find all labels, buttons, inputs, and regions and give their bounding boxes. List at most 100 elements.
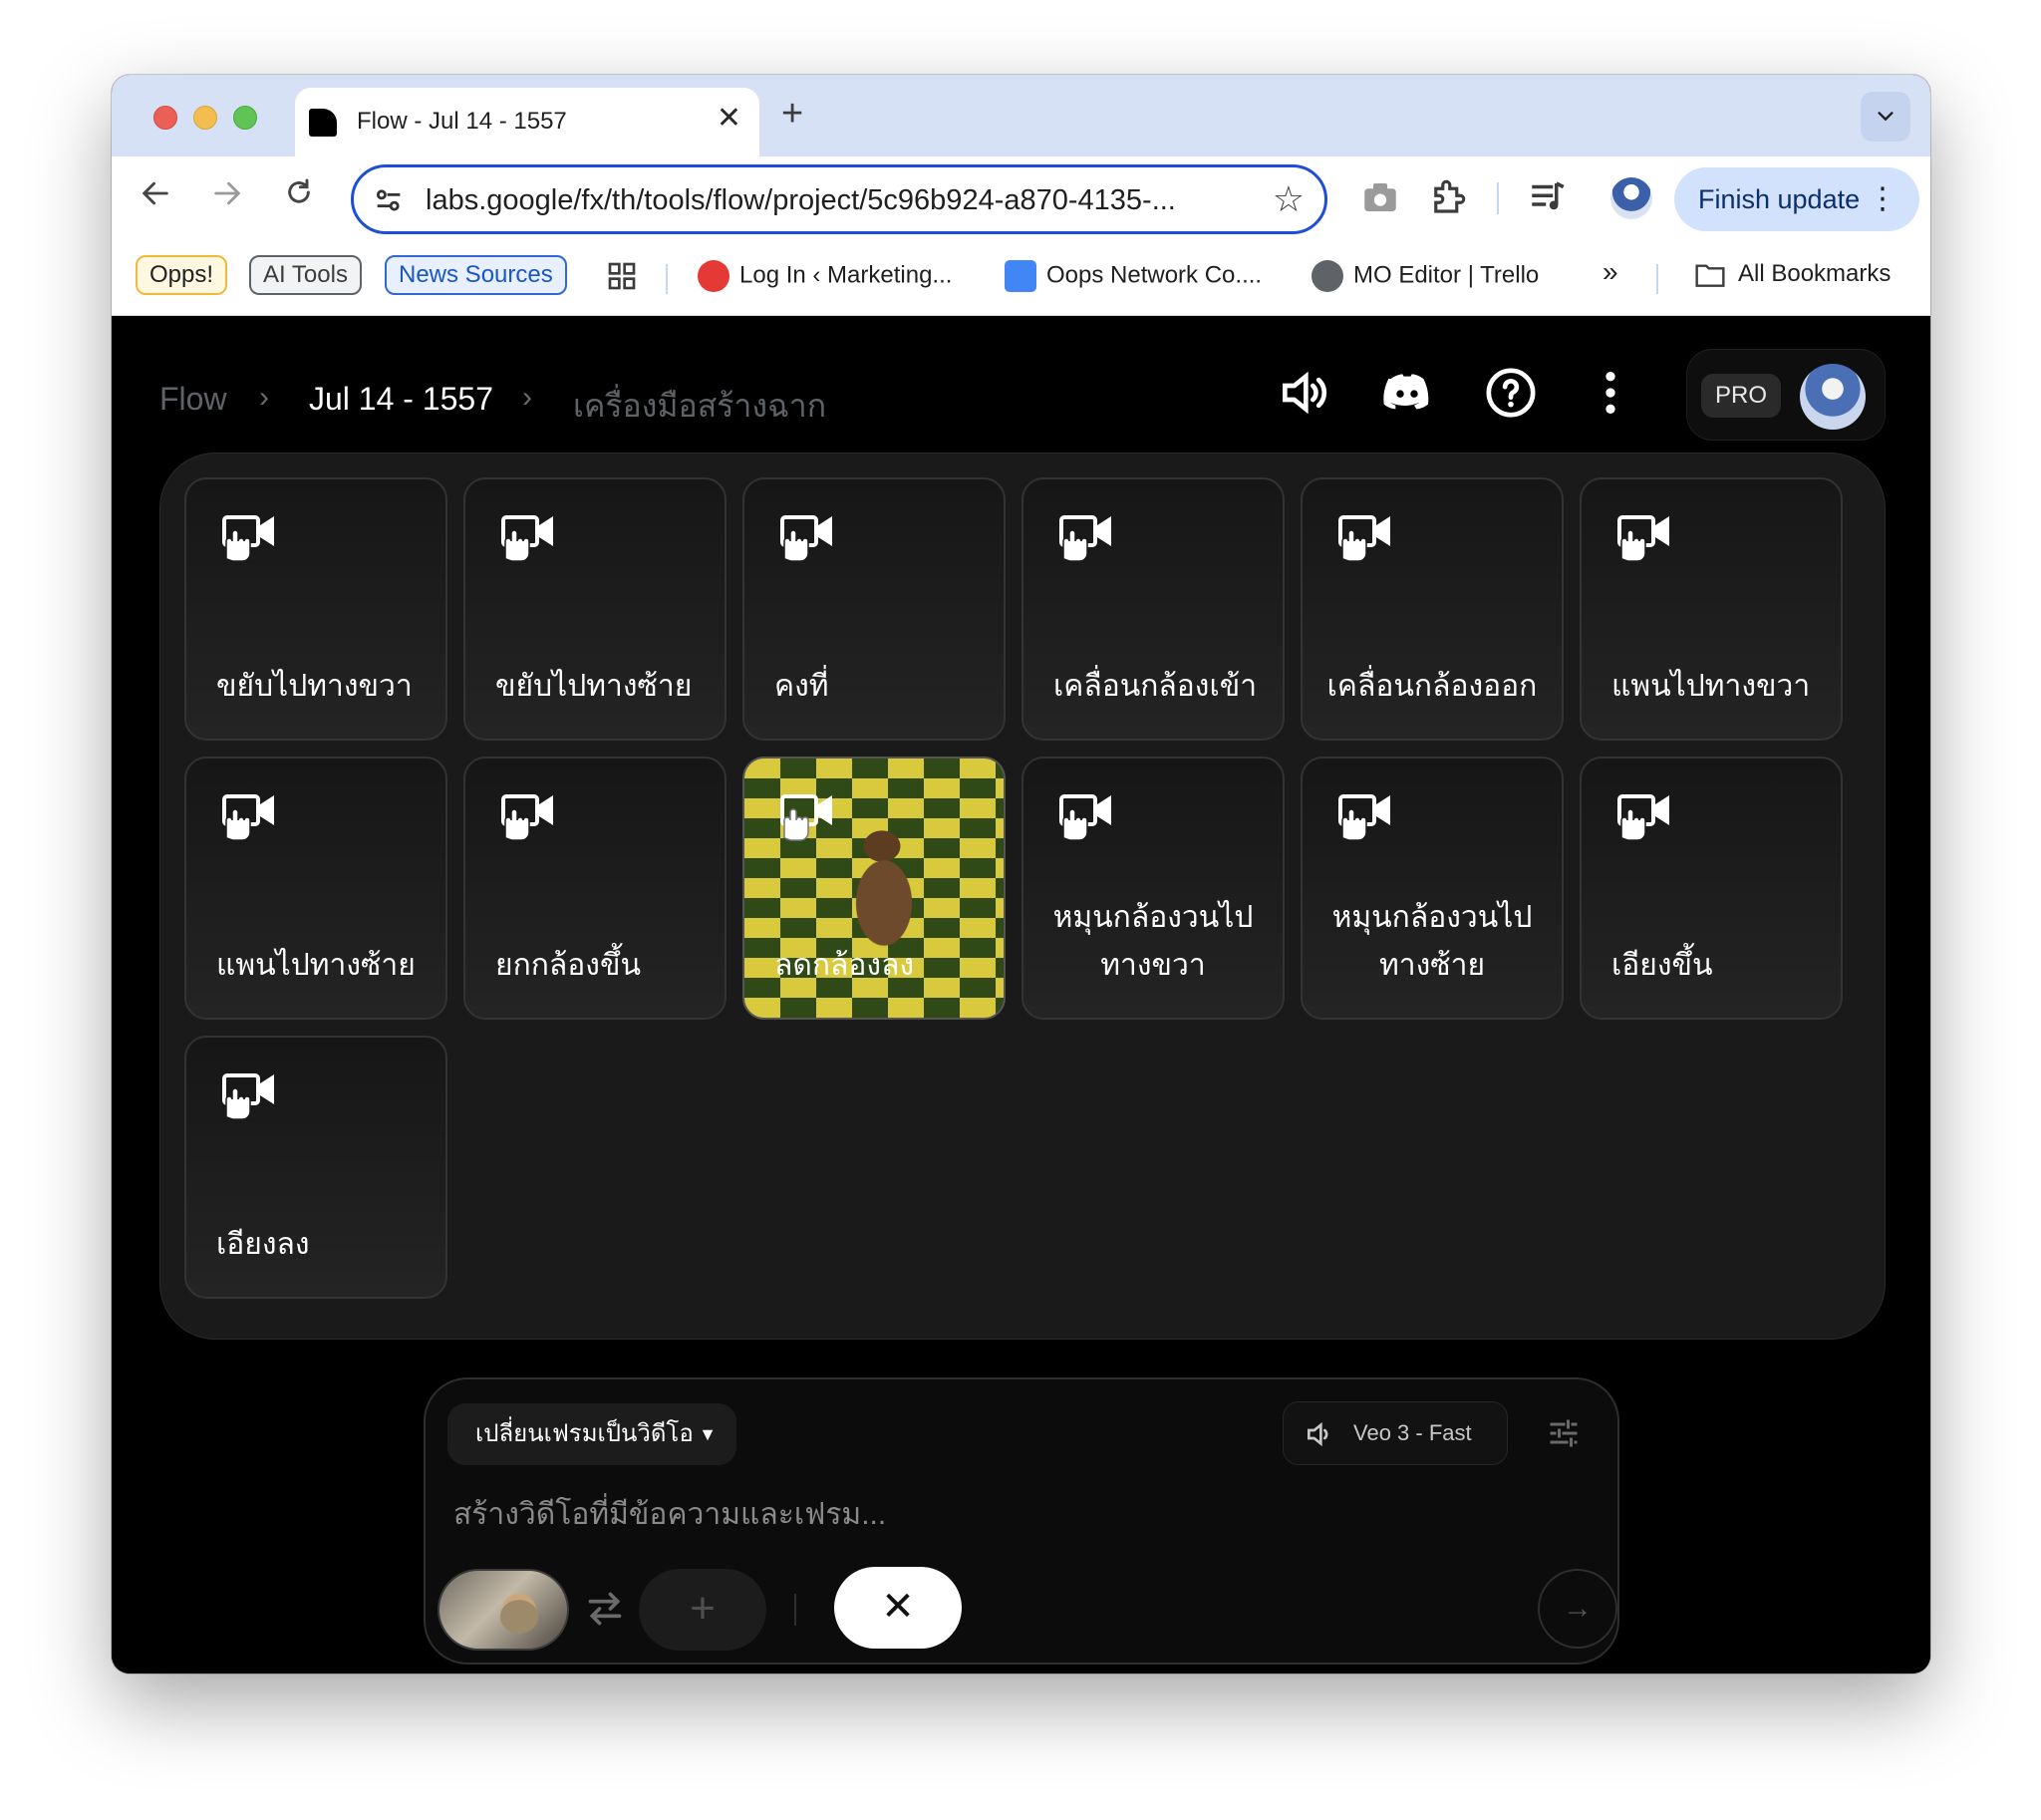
camera-control-icon bbox=[1338, 794, 1390, 841]
marketing-logo-icon bbox=[698, 260, 729, 292]
chevron-down-icon bbox=[1878, 112, 1894, 122]
camera-motion-card[interactable]: ขยับไปทางขวา bbox=[184, 477, 447, 741]
all-bookmarks-label: All Bookmarks bbox=[1738, 260, 1892, 287]
model-select[interactable]: Veo 3 - Fast bbox=[1283, 1401, 1508, 1465]
tab-flow[interactable]: Flow - Jul 14 - 1557 ✕ bbox=[295, 88, 759, 156]
breadcrumb-project[interactable]: Jul 14 - 1557 bbox=[309, 381, 493, 418]
camera-motion-label: ขยับไปทางซ้าย bbox=[495, 670, 693, 703]
camera-icon[interactable] bbox=[1359, 176, 1401, 218]
camera-motion-card[interactable]: แพนไปทางขวา bbox=[1580, 477, 1843, 741]
more-vert-icon[interactable]: ⋮ bbox=[1868, 167, 1897, 231]
bookmark-chip-news-sources[interactable]: News Sources bbox=[385, 255, 567, 295]
apps-grid-icon[interactable] bbox=[606, 260, 638, 292]
breadcrumb-chevron-icon: › bbox=[522, 381, 532, 414]
camera-motion-card[interactable]: ยกกล้องขึ้น bbox=[463, 757, 727, 1020]
bookmark-label: Oops Network Co.... bbox=[1046, 261, 1263, 289]
camera-motion-card-preview[interactable]: ลดกล้องลง bbox=[742, 757, 1006, 1020]
media-controls-icon[interactable] bbox=[1527, 176, 1569, 218]
camera-motion-label: เคลื่อนกล้องเข้า bbox=[1053, 670, 1258, 703]
camera-control-icon bbox=[1059, 515, 1111, 562]
tab-search-button[interactable] bbox=[1861, 92, 1910, 142]
generation-mode-select[interactable]: เปลี่ยนเฟรมเป็นวิดีโอ ▼ bbox=[447, 1403, 736, 1465]
bookmark-chip-ai-tools[interactable]: AI Tools bbox=[249, 255, 362, 295]
camera-motion-panel: ขยับไปทางขวา ขยับไปทางซ้าย คงที่ เคลื่อน… bbox=[159, 453, 1886, 1340]
address-url[interactable]: labs.google/fx/th/tools/flow/project/5c9… bbox=[426, 184, 1176, 217]
forward-button[interactable] bbox=[207, 176, 247, 216]
camera-motion-label: เอียงลง bbox=[216, 1228, 310, 1261]
bookmark-oops-network[interactable]: Oops Network Co.... bbox=[1005, 260, 1262, 292]
close-window-button[interactable] bbox=[153, 106, 177, 130]
minimize-window-button[interactable] bbox=[193, 106, 217, 130]
camera-motion-card[interactable]: เคลื่อนกล้องออก bbox=[1301, 477, 1564, 741]
browser-window: Flow - Jul 14 - 1557 ✕ + labs.google/fx/… bbox=[112, 75, 1930, 1673]
camera-motion-card[interactable]: หมุนกล้องวนไปทางซ้าย bbox=[1301, 757, 1564, 1020]
maximize-window-button[interactable] bbox=[233, 106, 257, 130]
more-vert-icon[interactable] bbox=[1583, 365, 1638, 421]
camera-motion-card[interactable]: เอียงขึ้น bbox=[1580, 757, 1843, 1020]
finish-update-label: Finish update bbox=[1698, 184, 1861, 214]
back-button[interactable] bbox=[136, 176, 175, 216]
volume-icon[interactable] bbox=[1276, 365, 1331, 421]
discord-icon[interactable] bbox=[1379, 365, 1435, 421]
caret-down-icon: ▼ bbox=[699, 1424, 717, 1444]
composer-divider bbox=[794, 1594, 796, 1626]
camera-control-icon bbox=[501, 794, 553, 841]
finish-update-button[interactable]: Finish update ⋮ bbox=[1674, 167, 1919, 231]
bookmark-mo-editor[interactable]: MO Editor | Trello bbox=[1312, 260, 1539, 292]
add-end-frame-button[interactable]: + bbox=[639, 1569, 766, 1651]
camera-motion-card[interactable]: ขยับไปทางซ้าย bbox=[463, 477, 727, 741]
flow-favicon-icon bbox=[309, 109, 337, 137]
bookmark-star-icon[interactable]: ☆ bbox=[1273, 177, 1305, 221]
help-icon[interactable] bbox=[1483, 365, 1539, 421]
bookmark-divider bbox=[666, 264, 668, 294]
bookmark-chip-opps[interactable]: Opps! bbox=[136, 255, 228, 295]
site-settings-icon[interactable] bbox=[372, 183, 406, 217]
address-bar[interactable]: labs.google/fx/th/tools/flow/project/5c9… bbox=[351, 164, 1327, 234]
account-pill[interactable]: PRO bbox=[1686, 349, 1886, 441]
camera-control-icon bbox=[780, 794, 832, 841]
new-tab-button[interactable]: + bbox=[781, 95, 803, 133]
camera-motion-card[interactable]: หมุนกล้องวนไปทางขวา bbox=[1021, 757, 1285, 1020]
camera-motion-label: หมุนกล้องวนไปทางซ้าย bbox=[1331, 901, 1533, 982]
all-bookmarks-button[interactable]: All Bookmarks bbox=[1694, 260, 1891, 289]
camera-control-icon bbox=[780, 515, 832, 562]
forward-arrow-icon bbox=[214, 181, 241, 205]
prompt-composer: เปลี่ยนเฟรมเป็นวิดีโอ ▼ Veo 3 - Fast + ✕… bbox=[424, 1377, 1619, 1665]
camera-control-icon bbox=[1617, 794, 1669, 841]
profile-avatar[interactable] bbox=[1610, 177, 1652, 219]
prompt-input[interactable] bbox=[453, 1489, 1550, 1541]
back-arrow-icon bbox=[142, 181, 168, 205]
camera-motion-card[interactable]: แพนไปทางซ้าย bbox=[184, 757, 447, 1020]
calendar-icon bbox=[1005, 260, 1036, 292]
tune-settings-icon[interactable] bbox=[1546, 1415, 1582, 1451]
camera-control-icon bbox=[1617, 515, 1669, 562]
breadcrumb-scene-builder: เครื่องมือสร้างฉาก bbox=[573, 388, 827, 424]
camera-motion-label: เคลื่อนกล้องออก bbox=[1326, 670, 1538, 703]
camera-motion-card[interactable]: คงที่ bbox=[742, 477, 1006, 741]
camera-motion-card[interactable]: เอียงลง bbox=[184, 1036, 447, 1299]
pro-badge: PRO bbox=[1701, 374, 1781, 418]
bookmark-label: Log In ‹ Marketing... bbox=[739, 261, 953, 289]
close-tab-icon[interactable]: ✕ bbox=[717, 104, 741, 134]
user-avatar[interactable] bbox=[1800, 364, 1866, 430]
generation-mode-label: เปลี่ยนเฟรมเป็นวิดีโอ bbox=[475, 1420, 694, 1447]
camera-motion-card[interactable]: เคลื่อนกล้องเข้า bbox=[1021, 477, 1285, 741]
close-scene-builder-button[interactable]: ✕ bbox=[834, 1567, 962, 1649]
camera-motion-label: หมุนกล้องวนไปทางขวา bbox=[1052, 901, 1254, 982]
send-button[interactable]: → bbox=[1538, 1569, 1617, 1649]
camera-motion-label: ยกกล้องขึ้น bbox=[495, 949, 641, 982]
bookmark-marketing-login[interactable]: Log In ‹ Marketing... bbox=[698, 260, 952, 292]
swap-frames-icon[interactable] bbox=[583, 1589, 627, 1629]
extensions-icon[interactable] bbox=[1427, 176, 1469, 218]
reload-button[interactable] bbox=[279, 176, 319, 216]
breadcrumb-flow[interactable]: Flow bbox=[159, 381, 227, 418]
start-frame-thumbnail[interactable] bbox=[437, 1569, 569, 1651]
camera-motion-label: ลดกล้องลง bbox=[774, 949, 915, 982]
bookmark-divider bbox=[1656, 264, 1658, 294]
camera-motion-label: เอียงขึ้น bbox=[1611, 949, 1713, 982]
camera-control-icon bbox=[222, 1073, 274, 1120]
bookmark-label: MO Editor | Trello bbox=[1353, 261, 1540, 289]
bookmarks-overflow-icon[interactable]: » bbox=[1603, 256, 1618, 288]
breadcrumb-chevron-icon: › bbox=[259, 381, 269, 414]
reload-icon bbox=[288, 178, 310, 203]
